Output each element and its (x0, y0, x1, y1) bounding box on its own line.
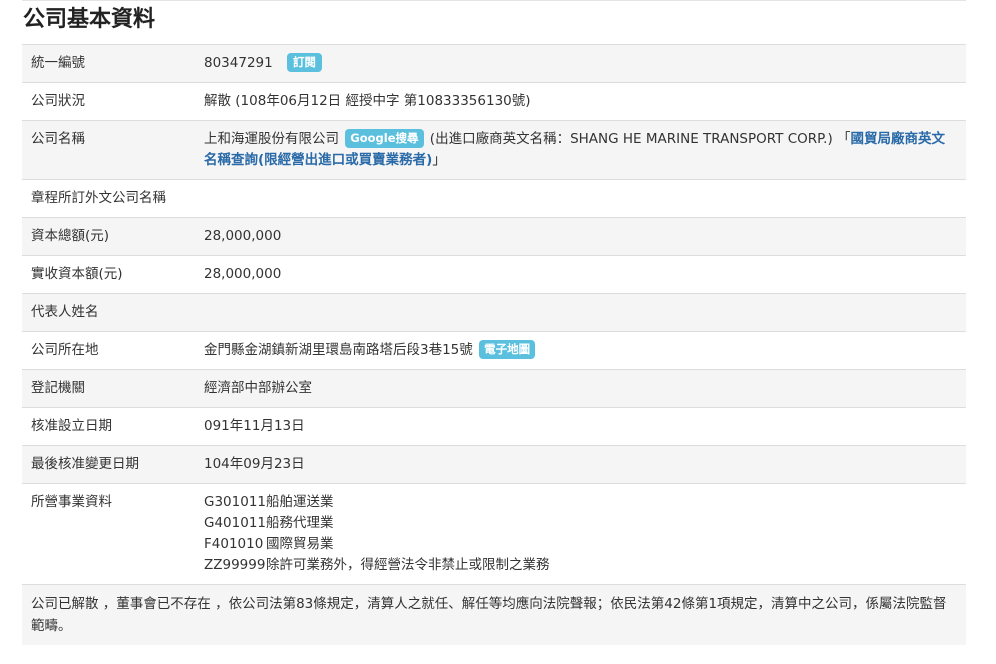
row-label: 章程所訂外文公司名稱 (22, 179, 186, 218)
capital-total-value: 28,000,000 (186, 217, 966, 256)
business-item: ZZ99999除許可業務外，得經營法令非禁止或限制之業務 (204, 555, 957, 576)
row-ubn: 統一編號 80347291 訂閱 (22, 44, 966, 83)
row-approval-date: 核准設立日期 091年11月13日 (22, 407, 966, 446)
page-title: 公司基本資料 (23, 7, 156, 32)
capital-paid-value: 28,000,000 (186, 255, 966, 294)
row-last-change-date: 最後核准變更日期 104年09月23日 (22, 445, 966, 484)
row-address: 公司所在地 金門縣金湖鎮新湖里環島南路塔后段3巷15號 電子地圖 (22, 331, 966, 370)
foreign-name-value (186, 179, 966, 218)
row-label: 公司名稱 (22, 120, 186, 180)
google-search-button[interactable]: Google搜尋 (345, 129, 424, 148)
subscribe-button[interactable]: 訂閱 (287, 53, 323, 72)
approval-date-value: 091年11月13日 (186, 407, 966, 446)
dissolution-note: 公司已解散 ，董事會已不存在 ，依公司法第83條規定，清算人之就任、解任等均應向… (22, 584, 966, 645)
close-bracket: 」 (432, 152, 446, 168)
business-item: G401011船務代理業 (204, 513, 957, 534)
address-value: 金門縣金湖鎮新湖里環島南路塔后段3巷15號 (204, 342, 473, 358)
business-list: G301011船舶運送業 G401011船務代理業 F401010 國際貿易業 Z… (186, 483, 966, 585)
row-authority: 登記機關 經濟部中部辦公室 (22, 369, 966, 408)
row-label: 公司所在地 (22, 331, 186, 370)
row-label: 資本總額(元) (22, 217, 186, 256)
authority-value: 經濟部中部辦公室 (186, 369, 966, 408)
business-desc: 國際貿易業 (266, 536, 334, 552)
company-info-page: 公司基本資料 統一編號 80347291 訂閱 公司狀況 解散 (108年06月… (0, 0, 996, 664)
business-item: G301011船舶運送業 (204, 492, 957, 513)
business-code: G301011 (204, 494, 266, 510)
status-value: 解散 (108年06月12日 經授中字 第10833356130號) (186, 82, 966, 121)
company-info-table: 統一編號 80347291 訂閱 公司狀況 解散 (108年06月12日 經授中… (22, 44, 966, 645)
row-value: 80347291 訂閱 (186, 44, 966, 83)
ubn-value: 80347291 (204, 55, 273, 71)
row-capital-paid: 實收資本額(元) 28,000,000 (22, 255, 966, 294)
row-label: 登記機關 (22, 369, 186, 408)
row-business: 所營事業資料 G301011船舶運送業 G401011船務代理業 F401010… (22, 483, 966, 585)
row-label: 統一編號 (22, 44, 186, 83)
row-status: 公司狀況 解散 (108年06月12日 經授中字 第10833356130號) (22, 82, 966, 121)
row-label: 代表人姓名 (22, 293, 186, 332)
last-change-date-value: 104年09月23日 (186, 445, 966, 484)
top-divider (22, 0, 966, 1)
company-name-value: 上和海運股份有限公司 (204, 131, 339, 147)
business-code: ZZ99999 (204, 557, 266, 573)
row-foreign-name: 章程所訂外文公司名稱 (22, 179, 966, 218)
row-value: 金門縣金湖鎮新湖里環島南路塔后段3巷15號 電子地圖 (186, 331, 966, 370)
business-desc: 船務代理業 (266, 515, 334, 531)
business-desc: 除許可業務外，得經營法令非禁止或限制之業務 (266, 557, 550, 573)
row-capital-total: 資本總額(元) 28,000,000 (22, 217, 966, 256)
row-label: 所營事業資料 (22, 483, 186, 585)
row-label: 實收資本額(元) (22, 255, 186, 294)
business-code: G401011 (204, 515, 266, 531)
row-company-name: 公司名稱 上和海運股份有限公司 Google搜尋 (出進口廠商英文名稱：SHAN… (22, 120, 966, 180)
row-dissolution-note: 公司已解散 ，董事會已不存在 ，依公司法第83條規定，清算人之就任、解任等均應向… (22, 584, 966, 645)
map-button[interactable]: 電子地圖 (479, 340, 536, 359)
row-value: 上和海運股份有限公司 Google搜尋 (出進口廠商英文名稱：SHANG HE … (186, 120, 966, 180)
row-representative: 代表人姓名 (22, 293, 966, 332)
representative-value (186, 293, 966, 332)
row-label: 最後核准變更日期 (22, 445, 186, 484)
business-code: F401010 (204, 536, 264, 552)
business-desc: 船舶運送業 (266, 494, 334, 510)
english-name-text: (出進口廠商英文名稱：SHANG HE MARINE TRANSPORT COR… (425, 131, 851, 147)
row-label: 核准設立日期 (22, 407, 186, 446)
row-label: 公司狀況 (22, 82, 186, 121)
business-item: F401010 國際貿易業 (204, 534, 957, 555)
